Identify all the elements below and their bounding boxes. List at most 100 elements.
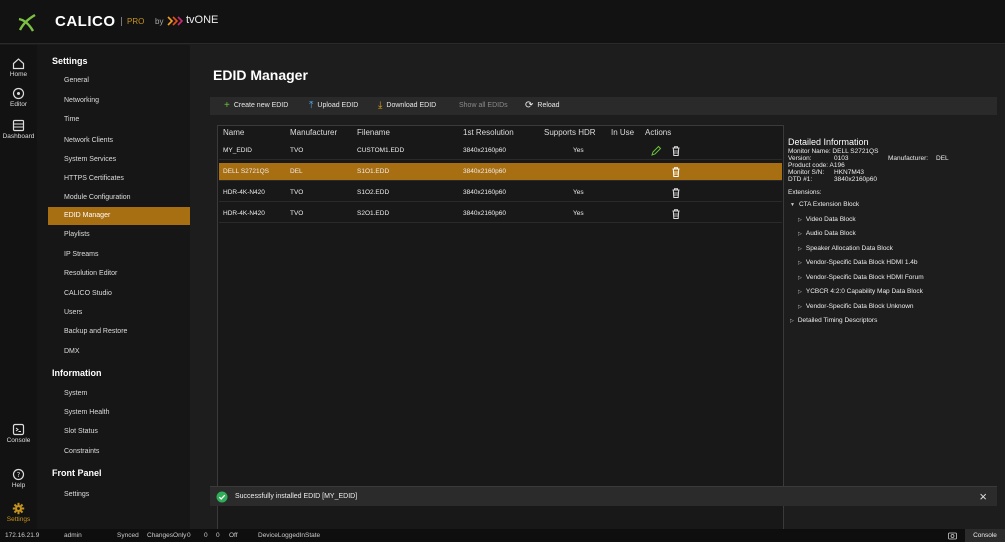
toolbar: + Create new EDID ⤒ Upload EDID ⤓ Download …: [210, 97, 997, 115]
tree-vsdb-hdmi-forum[interactable]: ▷ Vendor-Specific Data Block HDMI Forum: [788, 271, 998, 286]
brand-edition: PRO: [121, 17, 144, 26]
chevron-right-icon: ▷: [798, 303, 802, 310]
rail-console[interactable]: Console: [0, 423, 37, 444]
col-resolution[interactable]: 1st Resolution: [463, 128, 514, 137]
home-icon: [12, 58, 25, 70]
create-edid-button[interactable]: + Create new EDID: [224, 97, 288, 115]
cell-filename: CUSTOM1.EDD: [357, 147, 405, 154]
monitor-name: Monitor Name: DELL S2721QS: [788, 148, 998, 155]
menu-item-front-panel-settings[interactable]: Settings: [48, 486, 190, 504]
camera-icon[interactable]: [948, 531, 957, 540]
col-filename[interactable]: Filename: [357, 128, 390, 137]
tree-vsdb-unknown[interactable]: ▷ Vendor-Specific Data Block Unknown: [788, 300, 998, 315]
dtd-label: DTD #1:: [788, 176, 813, 183]
status-user: admin: [64, 532, 82, 539]
col-in-use[interactable]: In Use: [611, 128, 634, 137]
tvone-logo-icon: [167, 16, 184, 26]
edit-icon[interactable]: [650, 145, 662, 157]
menu-item-module-configuration[interactable]: Module Configuration: [48, 189, 190, 207]
tree-detailed-timing[interactable]: ▷ Detailed Timing Descriptors: [788, 314, 998, 329]
check-circle-icon: [216, 491, 228, 503]
dtd-value: 3840x2160p60: [834, 176, 878, 183]
serial-row: Monitor S/N: HKN7M43: [788, 169, 998, 176]
table-row[interactable]: HDR-4K-N420 TVO S1O2.EDD 3840x2160p60 Ye…: [219, 184, 782, 202]
menu-item-edid-manager[interactable]: EDID Manager: [48, 207, 190, 225]
success-toast: Successfully installed EDID [MY_EDID] ×: [210, 486, 997, 506]
cell-name: DELL S2721QS: [223, 168, 270, 175]
menu-item-system-health[interactable]: System Health: [48, 404, 190, 422]
cell-manufacturer: TVO: [290, 147, 304, 154]
reload-button[interactable]: ⟳ Reload: [525, 97, 560, 115]
cell-name: HDR-4K-N420: [223, 210, 265, 217]
menu-item-system[interactable]: System: [48, 385, 190, 403]
edid-table: Name Manufacturer Filename 1st Resolutio…: [217, 125, 784, 531]
menu-item-network-clients[interactable]: Network Clients: [48, 132, 190, 150]
col-name[interactable]: Name: [223, 128, 244, 137]
rail-editor-label: Editor: [10, 101, 27, 108]
editor-icon: [12, 87, 25, 100]
rail-home-label: Home: [9, 71, 28, 78]
menu-item-users[interactable]: Users: [48, 304, 190, 322]
table-row-selected[interactable]: DELL S2721QS DEL S1O1.EDD 3840x2160p60: [219, 163, 782, 181]
detailed-information-panel: Detailed Information Monitor Name: DELL …: [788, 137, 998, 437]
menu-item-dmx[interactable]: DMX: [48, 343, 190, 361]
menu-item-https-certificates[interactable]: HTTPS Certificates: [48, 170, 190, 188]
rail-help[interactable]: ? Help: [0, 468, 37, 489]
col-manufacturer[interactable]: Manufacturer: [290, 128, 337, 137]
tree-speaker-allocation[interactable]: ▷ Speaker Allocation Data Block: [788, 242, 998, 257]
trash-icon[interactable]: [670, 187, 682, 199]
tree-cta-extension[interactable]: ▼ CTA Extension Block: [788, 198, 998, 213]
rail-dashboard-label: Dashboard: [2, 133, 35, 140]
manufacturer-value: DEL: [936, 155, 949, 162]
reload-label: Reload: [537, 102, 560, 109]
show-all-edids-button[interactable]: Show all EDIDs: [459, 97, 508, 115]
trash-icon[interactable]: [670, 166, 682, 178]
menu-item-playlists[interactable]: Playlists: [48, 226, 190, 244]
tree-audio-data-block[interactable]: ▷ Audio Data Block: [788, 227, 998, 242]
tree-item-label: YCBCR 4:2:0 Capability Map Data Block: [805, 288, 923, 295]
table-row[interactable]: HDR-4K-N420 TVO S2O1.EDD 3840x2160p60 Ye…: [219, 205, 782, 223]
download-edid-label: Download EDID: [386, 102, 437, 109]
brand-by: by: [155, 17, 164, 26]
cell-resolution: 3840x2160p60: [463, 168, 507, 175]
cell-resolution: 3840x2160p60: [463, 210, 507, 217]
table-row[interactable]: MY_EDID TVO CUSTOM1.EDD 3840x2160p60 Yes: [219, 142, 782, 160]
menu-item-ip-streams[interactable]: IP Streams: [48, 246, 190, 264]
tree-vsdb-hdmi14b[interactable]: ▷ Vendor-Specific Data Block HDMI 1.4b: [788, 256, 998, 271]
chevron-right-icon: ▷: [798, 231, 802, 237]
upload-edid-button[interactable]: ⤒ Upload EDID: [309, 97, 358, 115]
trash-icon[interactable]: [670, 145, 682, 157]
tree-item-label: Audio Data Block: [805, 230, 856, 237]
toast-message: Successfully installed EDID [MY_EDID]: [235, 493, 358, 500]
rail-home[interactable]: Home: [0, 57, 37, 78]
menu-item-time[interactable]: Time: [48, 111, 190, 129]
menu-item-networking[interactable]: Networking: [48, 92, 190, 110]
close-icon[interactable]: ×: [979, 488, 987, 506]
menu-item-calico-studio[interactable]: CALICO Studio: [48, 285, 190, 303]
console-button[interactable]: Console: [965, 529, 1005, 542]
menu-item-system-services[interactable]: System Services: [48, 151, 190, 169]
menu-item-slot-status[interactable]: Slot Status: [48, 423, 190, 441]
menu-item-backup-restore[interactable]: Backup and Restore: [48, 323, 190, 341]
cell-filename: S1O1.EDD: [357, 168, 390, 175]
version-label: Version:: [788, 155, 812, 162]
trash-icon[interactable]: [670, 208, 682, 220]
rail-editor[interactable]: Editor: [0, 87, 37, 108]
reload-icon: ⟳: [525, 100, 534, 111]
download-edid-button[interactable]: ⤓ Download EDID: [378, 97, 436, 115]
settings-menu: Settings General Networking Time Network…: [37, 45, 190, 529]
menu-item-constraints[interactable]: Constraints: [48, 443, 190, 461]
col-hdr[interactable]: Supports HDR: [544, 128, 596, 137]
status-bar: 172.16.21.9 admin Synced ChangesOnly 0 0…: [0, 529, 1005, 542]
dtd-row: DTD #1: 3840x2160p60: [788, 176, 998, 183]
tree-cta-label: CTA Extension Block: [798, 201, 860, 208]
tree-ycbcr420-map[interactable]: ▷ YCBCR 4:2:0 Capability Map Data Block: [788, 285, 998, 300]
rail-dashboard[interactable]: Dashboard: [0, 119, 37, 140]
tree-video-data-block[interactable]: ▷ Video Data Block: [788, 213, 998, 228]
menu-item-general[interactable]: General: [48, 72, 190, 90]
cell-manufacturer: DEL: [290, 168, 303, 175]
rail-settings[interactable]: Settings: [0, 502, 37, 523]
table-header: Name Manufacturer Filename 1st Resolutio…: [218, 126, 785, 140]
menu-item-resolution-editor[interactable]: Resolution Editor: [48, 265, 190, 283]
svg-text:?: ?: [17, 471, 21, 479]
